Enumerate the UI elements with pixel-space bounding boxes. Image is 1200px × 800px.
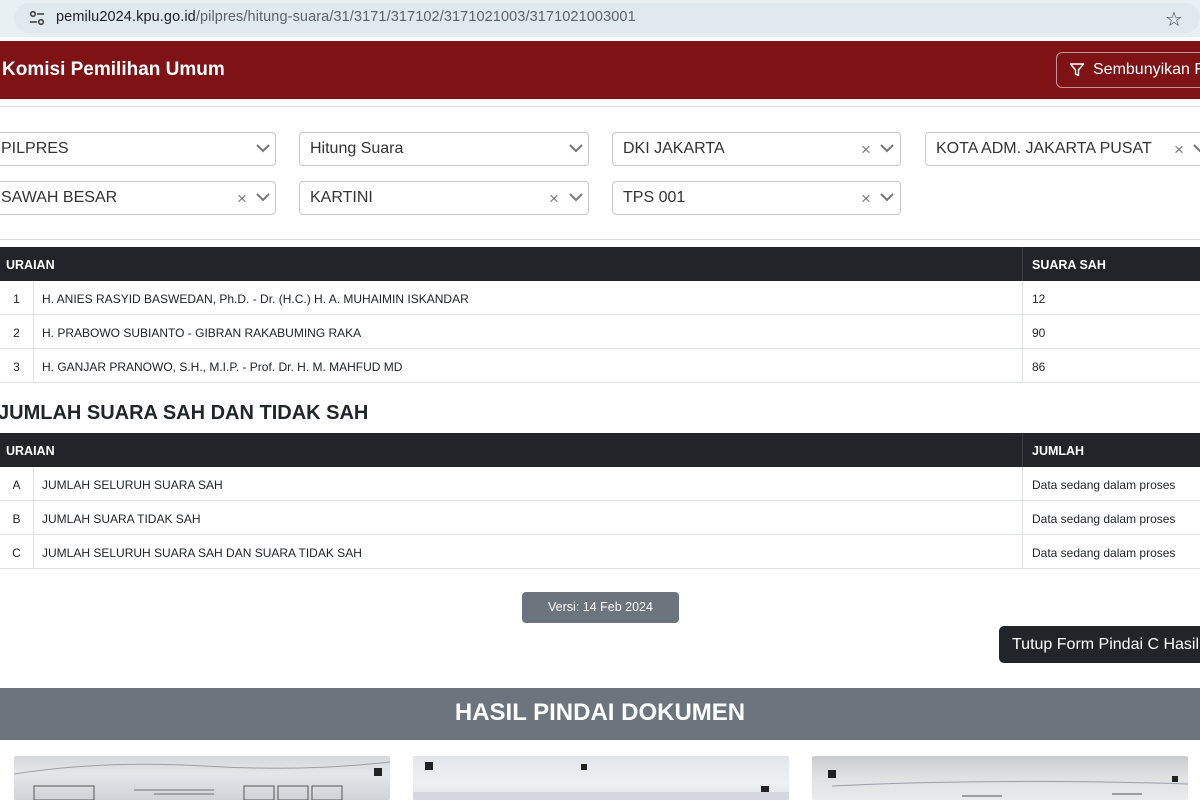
clear-icon[interactable]: × xyxy=(861,134,871,165)
chevron-down-icon[interactable] xyxy=(568,191,584,203)
candidate-name: H. ANIES RASYID BASWEDAN, Ph.D. - Dr. (H… xyxy=(42,292,469,306)
chevron-down-icon[interactable] xyxy=(1192,142,1200,154)
hide-filter-label: Sembunyikan Filter xyxy=(1093,61,1200,78)
divider xyxy=(0,239,1200,240)
select-kelurahan-value: KARTINI xyxy=(310,189,373,206)
brand-title[interactable]: Komisi Pemilihan Umum xyxy=(2,59,225,81)
url-text[interactable]: pemilu2024.kpu.go.id/pilpres/hitung-suar… xyxy=(56,9,636,25)
column-divider xyxy=(33,501,34,535)
total-label: JUMLAH SELURUH SUARA SAH DAN SUARA TIDAK… xyxy=(42,546,362,560)
scan-image xyxy=(413,762,789,800)
column-divider xyxy=(33,535,34,569)
chevron-down-icon[interactable] xyxy=(255,191,271,203)
select-kota-value: KOTA ADM. JAKARTA PUSAT xyxy=(936,140,1152,157)
row-code: C xyxy=(12,546,21,560)
clear-icon[interactable]: × xyxy=(237,183,247,214)
scan-thumbnail-3[interactable] xyxy=(812,756,1188,800)
column-divider xyxy=(1022,467,1023,501)
browser-address-bar: pemilu2024.kpu.go.id/pilpres/hitung-suar… xyxy=(0,0,1200,37)
select-kecamatan[interactable]: SAWAH BESAR × xyxy=(0,181,276,215)
clear-icon[interactable]: × xyxy=(861,183,871,214)
scan-image xyxy=(828,770,1188,797)
column-divider xyxy=(1022,315,1023,349)
select-jenis[interactable]: Hitung Suara xyxy=(299,132,589,166)
row-number: 3 xyxy=(13,360,20,374)
table-row: B JUMLAH SUARA TIDAK SAH Data sedang dal… xyxy=(0,501,1200,535)
scan-section-title: HASIL PINDAI DOKUMEN xyxy=(0,688,1200,740)
total-value: Data sedang dalam proses xyxy=(1032,478,1176,492)
column-divider xyxy=(1022,281,1023,315)
scan-thumbnail-2[interactable] xyxy=(413,756,789,800)
col-uraian: URAIAN xyxy=(6,444,55,458)
chevron-down-icon[interactable] xyxy=(255,142,271,154)
candidate-name: H. PRABOWO SUBIANTO - GIBRAN RAKABUMING … xyxy=(42,326,362,340)
close-scan-form-button[interactable]: Tutup Form Pindai C Hasil xyxy=(999,626,1200,663)
select-kecamatan-value: SAWAH BESAR xyxy=(1,189,118,206)
total-value: Data sedang dalam proses xyxy=(1032,512,1176,526)
select-tps[interactable]: TPS 001 × xyxy=(612,181,901,215)
vote-count: 90 xyxy=(1032,326,1046,340)
row-number: 1 xyxy=(13,292,20,306)
url-path: /pilpres/hitung-suara/31/3171/317102/317… xyxy=(195,9,636,25)
col-uraian: URAIAN xyxy=(6,258,55,272)
table-row: 3 H. GANJAR PRANOWO, S.H., M.I.P. - Prof… xyxy=(0,349,1200,383)
row-code: A xyxy=(12,478,21,492)
select-kelurahan[interactable]: KARTINI × xyxy=(299,181,589,215)
total-label: JUMLAH SELURUH SUARA SAH xyxy=(42,478,223,492)
filter-icon xyxy=(1069,63,1085,77)
divider xyxy=(0,106,1200,107)
column-divider xyxy=(33,349,34,383)
column-divider xyxy=(33,467,34,501)
scan-image xyxy=(14,761,390,800)
candidate-name: H. GANJAR PRANOWO, S.H., M.I.P. - Prof. … xyxy=(42,360,403,374)
votes-table-header: URAIAN SUARA SAH xyxy=(0,247,1200,281)
site-header: Komisi Pemilihan Umum Sembunyikan Filter xyxy=(0,41,1200,99)
totals-section-title: JUMLAH SUARA SAH DAN TIDAK SAH xyxy=(0,402,369,424)
chevron-down-icon[interactable] xyxy=(879,142,895,154)
col-jumlah: JUMLAH xyxy=(1032,444,1085,458)
select-pemilu[interactable]: PILPRES xyxy=(0,132,276,166)
clear-icon[interactable]: × xyxy=(1174,134,1184,165)
table-row: 2 H. PRABOWO SUBIANTO - GIBRAN RAKABUMIN… xyxy=(0,315,1200,349)
column-divider xyxy=(1022,349,1023,383)
table-row: A JUMLAH SELURUH SUARA SAH Data sedang d… xyxy=(0,467,1200,501)
total-value: Data sedang dalam proses xyxy=(1032,546,1176,560)
table-row: 1 H. ANIES RASYID BASWEDAN, Ph.D. - Dr. … xyxy=(0,281,1200,315)
select-jenis-value: Hitung Suara xyxy=(310,140,404,157)
select-provinsi-value: DKI JAKARTA xyxy=(623,140,725,157)
clear-icon[interactable]: × xyxy=(549,183,559,214)
column-divider xyxy=(1022,501,1023,535)
select-provinsi[interactable]: DKI JAKARTA × xyxy=(612,132,901,166)
scan-thumbnail-1[interactable] xyxy=(14,756,390,800)
column-divider xyxy=(1022,247,1023,281)
column-divider xyxy=(33,315,34,349)
url-host: pemilu2024.kpu.go.id xyxy=(56,9,196,25)
vote-count: 12 xyxy=(1032,292,1046,306)
version-badge: Versi: 14 Feb 2024 21:46:01 xyxy=(522,592,679,645)
site-settings-icon[interactable] xyxy=(28,9,46,27)
table-row: C JUMLAH SELURUH SUARA SAH DAN SUARA TID… xyxy=(0,535,1200,569)
select-tps-value: TPS 001 xyxy=(623,189,686,206)
column-divider xyxy=(33,281,34,315)
row-code: B xyxy=(12,512,21,526)
hide-filter-button[interactable]: Sembunyikan Filter xyxy=(1056,52,1200,88)
col-suara-sah: SUARA SAH xyxy=(1032,258,1106,272)
column-divider xyxy=(1022,535,1023,569)
vote-count: 86 xyxy=(1032,360,1046,374)
totals-table-header: URAIAN JUMLAH xyxy=(0,433,1200,467)
star-icon[interactable]: ☆ xyxy=(1165,7,1183,32)
total-label: JUMLAH SUARA TIDAK SAH xyxy=(42,512,201,526)
column-divider xyxy=(1022,433,1023,467)
select-kota[interactable]: KOTA ADM. JAKARTA PUSAT × xyxy=(925,132,1200,166)
chevron-down-icon[interactable] xyxy=(879,191,895,203)
chevron-down-icon[interactable] xyxy=(568,142,584,154)
row-number: 2 xyxy=(13,326,20,340)
select-pemilu-value: PILPRES xyxy=(1,140,69,157)
